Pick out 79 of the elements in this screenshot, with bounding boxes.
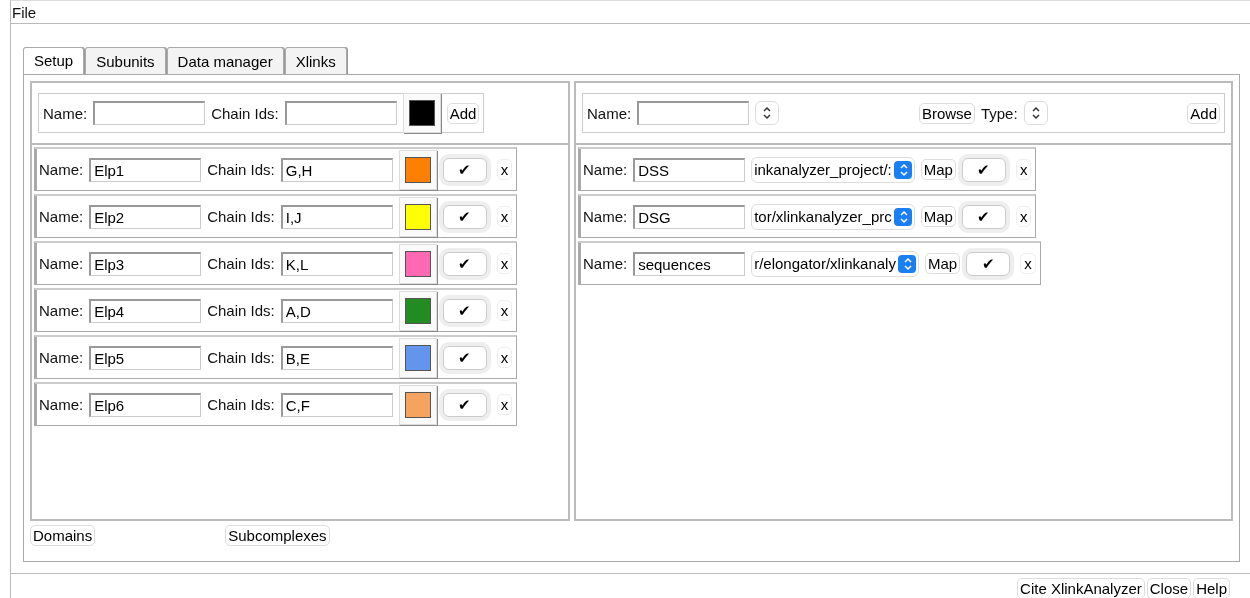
chain-ids-label: Chain Ids: bbox=[211, 104, 279, 122]
name-label: Name: bbox=[39, 349, 84, 366]
chain-ids-label: Chain Ids: bbox=[207, 396, 275, 413]
name-label: Name: bbox=[583, 161, 628, 178]
name-label: Name: bbox=[39, 396, 84, 413]
chain-ids-field[interactable]: C,F bbox=[280, 392, 393, 417]
chain-ids-field[interactable]: A,D bbox=[280, 298, 393, 323]
name-label: Name: bbox=[43, 104, 88, 122]
name-field[interactable]: DSG bbox=[633, 204, 746, 229]
browse-button[interactable]: Browse bbox=[918, 102, 975, 124]
panel-button[interactable]: Subcomplexes bbox=[225, 525, 330, 546]
file-path-select[interactable]: inkanalyzer_project/: bbox=[751, 156, 915, 183]
delete-button[interactable]: x bbox=[496, 159, 513, 180]
color-button[interactable] bbox=[398, 384, 437, 425]
up-down-arrows-icon bbox=[898, 162, 909, 177]
color-button[interactable] bbox=[402, 93, 441, 133]
menu-item[interactable]: File bbox=[12, 3, 37, 21]
name-label: Name: bbox=[39, 255, 84, 272]
footer-button[interactable]: Close bbox=[1146, 578, 1192, 598]
footer-button[interactable]: Help bbox=[1193, 578, 1230, 598]
map-button[interactable]: Map bbox=[924, 253, 961, 274]
chain-ids-field[interactable] bbox=[284, 101, 397, 125]
name-label: Name: bbox=[39, 161, 84, 178]
panel-button[interactable]: Domains bbox=[30, 525, 96, 546]
type-select[interactable] bbox=[1023, 101, 1048, 125]
chain-ids-label: Chain Ids: bbox=[207, 302, 275, 319]
up-down-arrows-icon bbox=[902, 256, 913, 271]
name-field[interactable] bbox=[637, 101, 750, 125]
name-field[interactable]: Elp2 bbox=[89, 204, 202, 229]
chain-ids-field[interactable]: B,E bbox=[280, 345, 393, 370]
color-button[interactable] bbox=[398, 196, 437, 237]
add-button[interactable]: Add bbox=[446, 102, 480, 124]
chain-ids-label: Chain Ids: bbox=[207, 255, 275, 272]
tab[interactable]: Setup bbox=[23, 47, 85, 75]
name-field[interactable] bbox=[93, 101, 206, 125]
name-label: Name: bbox=[39, 208, 84, 225]
name-field[interactable]: DSS bbox=[633, 157, 746, 182]
tab[interactable]: Data manager bbox=[166, 47, 284, 74]
name-field[interactable]: Elp1 bbox=[89, 157, 202, 182]
name-label: Name: bbox=[583, 208, 628, 225]
tab[interactable]: Xlinks bbox=[284, 47, 347, 74]
up-down-arrows-icon bbox=[1030, 106, 1041, 120]
file-path-select[interactable]: tor/xlinkanalyzer_prc bbox=[751, 203, 915, 230]
delete-button[interactable]: x bbox=[496, 300, 513, 321]
chain-ids-field[interactable]: G,H bbox=[280, 157, 393, 182]
up-down-arrows-icon bbox=[898, 209, 909, 224]
type-label: Type: bbox=[980, 104, 1018, 122]
name-label: Name: bbox=[583, 255, 628, 272]
name-field[interactable]: Elp4 bbox=[89, 298, 202, 323]
map-button[interactable]: Map bbox=[920, 159, 956, 180]
chain-ids-label: Chain Ids: bbox=[207, 349, 275, 366]
file-path-select[interactable]: r/elongator/xlinkanaly bbox=[751, 250, 919, 277]
name-label: Name: bbox=[39, 302, 84, 319]
name-field[interactable]: Elp3 bbox=[89, 251, 202, 276]
color-button[interactable] bbox=[398, 243, 437, 284]
delete-button[interactable]: x bbox=[496, 347, 513, 368]
delete-button[interactable]: x bbox=[1020, 253, 1036, 274]
chain-ids-label: Chain Ids: bbox=[207, 208, 275, 225]
name-field[interactable]: sequences bbox=[633, 251, 746, 276]
delete-button[interactable]: x bbox=[1015, 206, 1032, 227]
chain-ids-field[interactable]: K,L bbox=[280, 251, 393, 276]
chain-ids-field[interactable]: I,J bbox=[280, 204, 393, 229]
delete-button[interactable]: x bbox=[1015, 159, 1032, 180]
tab[interactable]: Subunits bbox=[85, 47, 166, 74]
color-button[interactable] bbox=[398, 290, 437, 331]
footer-button[interactable]: Cite XlinkAnalyzer bbox=[1017, 578, 1145, 598]
name-field[interactable]: Elp5 bbox=[89, 345, 202, 370]
delete-button[interactable]: x bbox=[496, 253, 513, 274]
color-button[interactable] bbox=[398, 337, 437, 378]
chain-ids-label: Chain Ids: bbox=[207, 161, 275, 178]
map-button[interactable]: Map bbox=[920, 206, 956, 227]
delete-button[interactable]: x bbox=[496, 394, 513, 415]
delete-button[interactable]: x bbox=[496, 206, 513, 227]
file-select[interactable] bbox=[755, 101, 780, 125]
name-field[interactable]: Elp6 bbox=[89, 392, 202, 417]
add-button[interactable]: Add bbox=[1187, 102, 1220, 124]
color-button[interactable] bbox=[398, 149, 437, 190]
name-label: Name: bbox=[587, 104, 632, 122]
up-down-arrows-icon bbox=[762, 106, 773, 120]
